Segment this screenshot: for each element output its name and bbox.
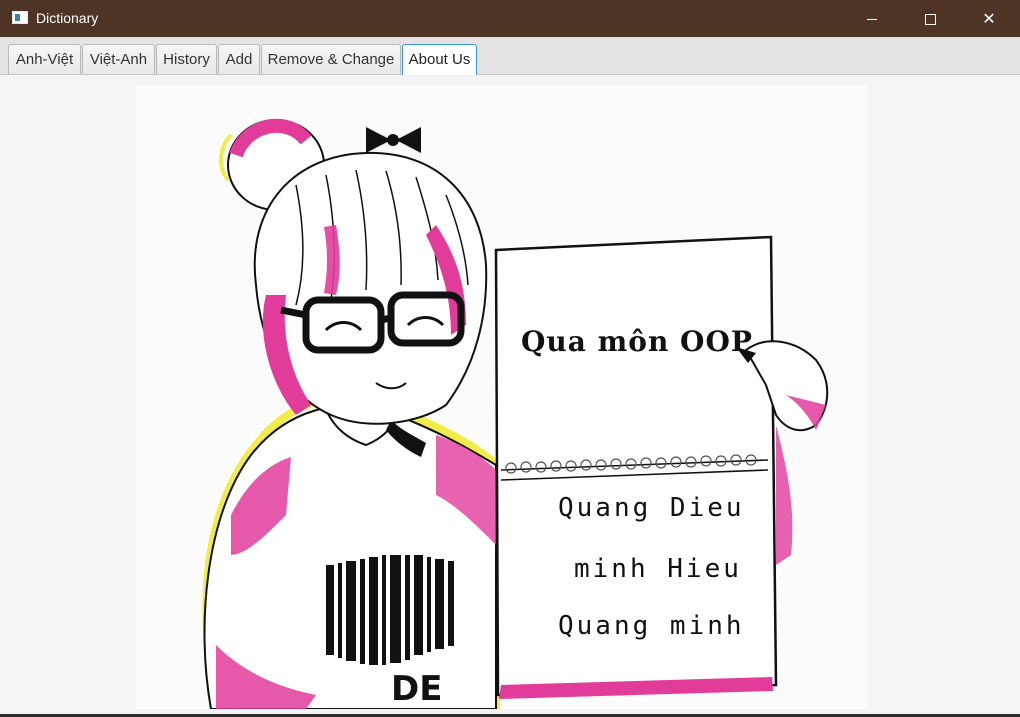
tab-bar: Anh-Việt Việt-Anh History Add Remove & C… [0,37,1020,75]
close-icon: ✕ [982,9,996,28]
author-name: minh Hieu [574,554,742,584]
about-us-illustration: DE Qua môn OOP Quang Dieu minh Hieu Quan… [136,85,868,709]
title-bar[interactable]: Dictionary ✕ [0,0,1020,37]
close-button[interactable]: ✕ [960,0,1018,37]
about-us-panel: DE Qua môn OOP Quang Dieu minh Hieu Quan… [0,75,1020,714]
maximize-button[interactable] [901,0,959,37]
sign-title: Qua môn OOP [521,325,753,358]
minimize-button[interactable] [843,0,901,37]
tab-about-us[interactable]: About Us [402,44,477,75]
tab-add[interactable]: Add [218,44,260,74]
tab-viet-anh[interactable]: Việt-Anh [82,44,155,74]
tab-remove-change[interactable]: Remove & Change [261,44,401,74]
app-icon [12,11,28,24]
girl-holding-sign-drawing: DE [202,118,829,709]
maximize-icon [924,14,936,25]
dictionary-window: Dictionary ✕ Anh-Việt Việt-Anh History A… [0,0,1020,714]
minimize-icon [867,19,877,20]
svg-text:DE: DE [391,669,442,709]
tab-history[interactable]: History [156,44,217,74]
author-name: Quang minh [558,611,745,641]
author-name: Quang Dieu [558,493,745,523]
tab-anh-viet[interactable]: Anh-Việt [8,44,81,74]
window-title: Dictionary [36,10,99,26]
